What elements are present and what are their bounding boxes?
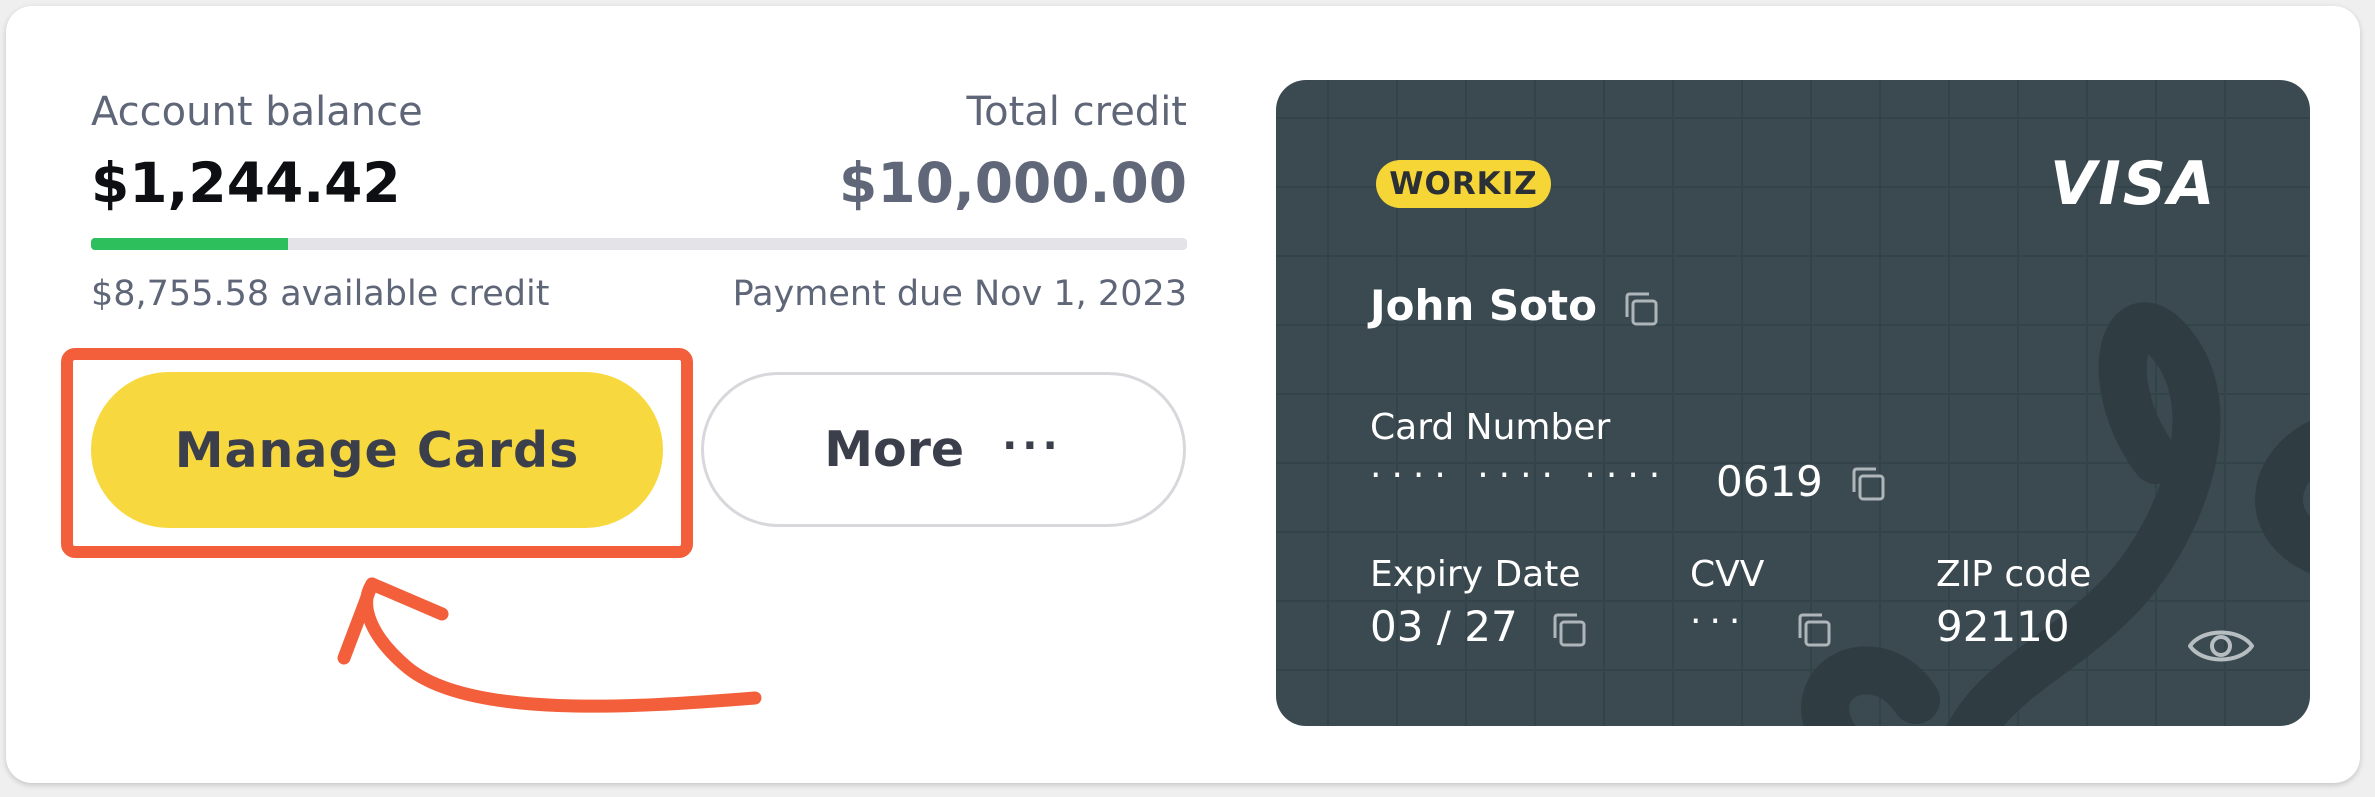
virtual-card: WORKIZ VISA John Soto Card Number ···· ·… <box>1276 80 2310 726</box>
available-credit-text: $8,755.58 available credit <box>91 274 550 314</box>
cvv-value: ··· <box>1690 601 1749 642</box>
copy-icon[interactable] <box>1848 464 1888 504</box>
total-credit-value: $10,000.00 <box>839 151 1187 215</box>
arrow-annotation <box>337 577 762 713</box>
credit-usage-bar <box>91 238 1187 250</box>
account-balance-value: $1,244.42 <box>91 151 401 215</box>
copy-icon[interactable] <box>1549 610 1589 650</box>
visa-logo: VISA <box>2050 149 2217 219</box>
more-label: More <box>824 421 965 478</box>
cvv-label: CVV <box>1690 554 1765 595</box>
expiry-date-value: 03 / 27 <box>1370 602 1518 651</box>
account-balance-label: Account balance <box>91 89 423 135</box>
more-button[interactable]: More ··· <box>701 372 1186 527</box>
payment-due-text: Payment due Nov 1, 2023 <box>732 274 1187 314</box>
card-number-masked: ···· ···· ···· <box>1370 455 1671 496</box>
copy-icon[interactable] <box>1621 289 1661 329</box>
zip-code-value: 92110 <box>1936 602 2070 651</box>
card-holder-name: John Soto <box>1370 281 1597 330</box>
manage-cards-highlight <box>61 348 693 558</box>
eye-icon[interactable] <box>2186 620 2256 672</box>
zip-code-label: ZIP code <box>1936 554 2092 595</box>
copy-icon[interactable] <box>1794 610 1834 650</box>
credit-usage-fill <box>91 238 289 250</box>
workiz-logo: WORKIZ <box>1376 160 1551 208</box>
card-number-last4: 0619 <box>1716 457 1823 506</box>
total-credit-label: Total credit <box>966 89 1188 135</box>
expiry-date-label: Expiry Date <box>1370 554 1581 595</box>
more-dots-icon: ··· <box>1002 422 1063 469</box>
card-number-label: Card Number <box>1370 407 1611 448</box>
